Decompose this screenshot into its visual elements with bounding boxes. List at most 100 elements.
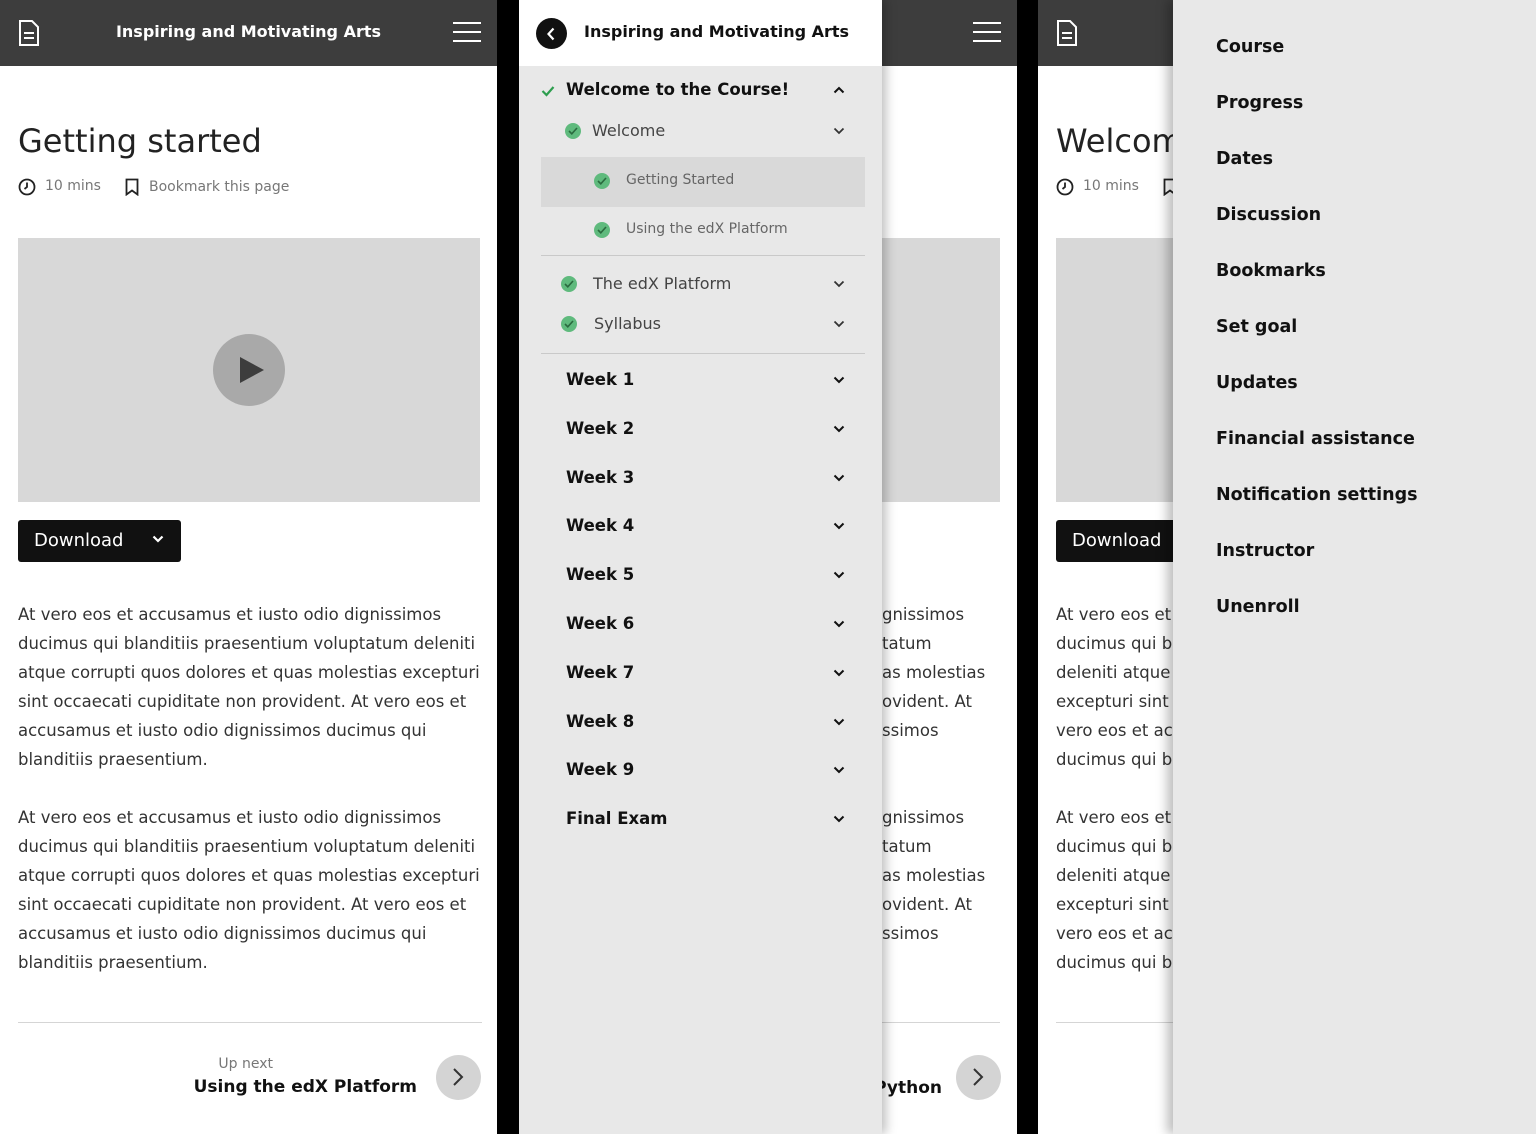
- bookmark-icon[interactable]: [125, 178, 139, 196]
- menu-item-bookmarks[interactable]: Bookmarks: [1216, 261, 1326, 281]
- clock-icon: [1056, 178, 1074, 196]
- outline-section-row[interactable]: Week 4: [541, 508, 865, 544]
- divider: [18, 1022, 482, 1023]
- chevron-right-icon: [973, 1068, 984, 1086]
- menu-item-financial-assistance[interactable]: Financial assistance: [1216, 429, 1415, 449]
- course-outline-drawer: Inspiring and Motivating Arts Welcome to…: [519, 0, 882, 1134]
- hamburger-menu-icon[interactable]: [973, 22, 1001, 44]
- chevron-down-icon: [833, 280, 845, 288]
- unit-label: Using the edX Platform: [626, 221, 788, 237]
- section-welcome[interactable]: Welcome to the Course!: [541, 72, 865, 108]
- section-label: Week 3: [566, 467, 635, 487]
- course-side-menu: Course Progress Dates Discussion Bookmarks Se…: [1173, 0, 1536, 1134]
- chevron-down-icon: [833, 571, 845, 579]
- unit-getting-started[interactable]: Getting Started: [541, 164, 865, 200]
- completed-check-icon: [561, 276, 577, 292]
- hamburger-menu-icon[interactable]: [453, 22, 481, 44]
- chevron-down-icon: [833, 376, 845, 384]
- chevron-right-icon: [453, 1068, 464, 1086]
- section-label: Week 8: [566, 711, 635, 731]
- subsection-syllabus[interactable]: Syllabus: [541, 306, 865, 342]
- subsection-label: Syllabus: [594, 314, 661, 333]
- course-unit-screen: Inspiring and Motivating Arts Getting st…: [0, 0, 497, 1134]
- page-title: Getting started: [18, 122, 262, 160]
- outline-section-row[interactable]: Week 8: [541, 704, 865, 740]
- course-title: Inspiring and Motivating Arts: [115, 22, 382, 41]
- completed-check-icon: [594, 222, 610, 238]
- subsection-label: The edX Platform: [593, 274, 732, 293]
- section-title: Welcome to the Course!: [566, 80, 790, 99]
- body-paragraph: At vero eos et accusamus et iusto odio d…: [18, 605, 480, 769]
- menu-item-course[interactable]: Course: [1216, 37, 1284, 57]
- menu-item-progress[interactable]: Progress: [1216, 93, 1303, 113]
- outline-section-row[interactable]: Week 7: [541, 655, 865, 691]
- chevron-down-icon: [833, 474, 845, 482]
- section-label: Week 1: [566, 370, 635, 389]
- next-unit-button: [956, 1055, 1001, 1100]
- chevron-down-icon: [833, 620, 845, 628]
- menu-item-set-goal[interactable]: Set goal: [1216, 317, 1297, 337]
- course-outline-screen: gnissimos tatum as molestias ovident. At ssi…: [519, 0, 1017, 1134]
- up-next-label: Up next: [218, 1056, 273, 1072]
- unit-label: Getting Started: [626, 172, 735, 188]
- body-paragraph: At vero eos et accusamus et iusto odio d…: [18, 808, 480, 972]
- chevron-down-icon: [833, 425, 845, 433]
- section-label: Week 2: [566, 418, 635, 438]
- up-next-title[interactable]: Using the edX Platform: [194, 1077, 417, 1097]
- outline-section-row[interactable]: Week 9: [541, 752, 865, 788]
- menu-item-unenroll[interactable]: Unenroll: [1216, 597, 1300, 617]
- menu-item-instructor[interactable]: Instructor: [1216, 541, 1314, 561]
- chevron-left-icon: [547, 27, 555, 41]
- section-label: Final Exam: [566, 809, 668, 829]
- drawer-header: Inspiring and Motivating Arts: [519, 0, 882, 66]
- back-button[interactable]: [536, 18, 567, 49]
- completed-check-icon: [594, 173, 610, 189]
- background-text: gnissimos tatum as molestias ovident. At ssi…: [882, 605, 986, 740]
- duration-text: 10 mins: [45, 178, 101, 194]
- menu-item-notification-settings[interactable]: Notification settings: [1216, 485, 1418, 505]
- chevron-down-icon: [833, 815, 845, 823]
- download-label: Download: [1072, 530, 1162, 551]
- menu-item-discussion[interactable]: Discussion: [1216, 205, 1321, 225]
- top-bar: Inspiring and Motivating Arts: [0, 0, 497, 66]
- outline-section-row[interactable]: Final Exam: [541, 801, 865, 837]
- duration-text: 10 mins: [1083, 178, 1139, 194]
- outline-section-row[interactable]: Week 2: [541, 411, 865, 447]
- divider: [882, 1022, 1000, 1023]
- section-label: Week 5: [566, 565, 635, 585]
- chevron-down-icon: [833, 523, 845, 530]
- up-next-title: Python: [874, 1078, 942, 1098]
- divider: [541, 353, 865, 354]
- download-label: Download: [34, 530, 124, 551]
- section-label: Week 9: [566, 760, 635, 780]
- outline-section-row[interactable]: Week 1: [541, 362, 865, 398]
- subsection-welcome[interactable]: Welcome: [541, 113, 865, 149]
- section-label: Week 7: [566, 662, 635, 682]
- menu-item-updates[interactable]: Updates: [1216, 373, 1298, 393]
- chevron-down-icon: [833, 669, 845, 677]
- checkmark-icon: [541, 86, 555, 97]
- outline-section-row[interactable]: Week 5: [541, 557, 865, 593]
- chevron-up-icon: [833, 86, 845, 94]
- video-player[interactable]: [18, 238, 480, 502]
- completed-check-icon: [561, 316, 577, 332]
- next-unit-button[interactable]: [436, 1055, 481, 1100]
- outline-section-row[interactable]: Week 3: [541, 460, 865, 496]
- download-button[interactable]: Download: [18, 520, 181, 562]
- divider: [1056, 1022, 1174, 1023]
- outline-section-row[interactable]: Week 6: [541, 606, 865, 642]
- unit-using-edx-platform[interactable]: Using the edX Platform: [541, 213, 865, 249]
- background-text: At vero eos et ducimus qui b deleniti atqu…: [1056, 808, 1182, 972]
- chevron-down-icon: [833, 320, 845, 328]
- play-button[interactable]: [213, 334, 285, 406]
- background-text: gnissimos tatum as molestias ovident. At ssi…: [882, 808, 986, 943]
- subsection-label: Welcome: [592, 121, 666, 140]
- bookmark-link[interactable]: Bookmark this page: [149, 179, 289, 195]
- subsection-edx-platform[interactable]: The edX Platform: [541, 266, 865, 302]
- chevron-down-icon: [833, 127, 845, 135]
- section-label: Week 4: [566, 516, 635, 536]
- menu-item-dates[interactable]: Dates: [1216, 149, 1273, 169]
- clock-icon: [18, 178, 36, 196]
- chevron-down-icon: [833, 767, 845, 774]
- section-label: Week 6: [566, 614, 635, 633]
